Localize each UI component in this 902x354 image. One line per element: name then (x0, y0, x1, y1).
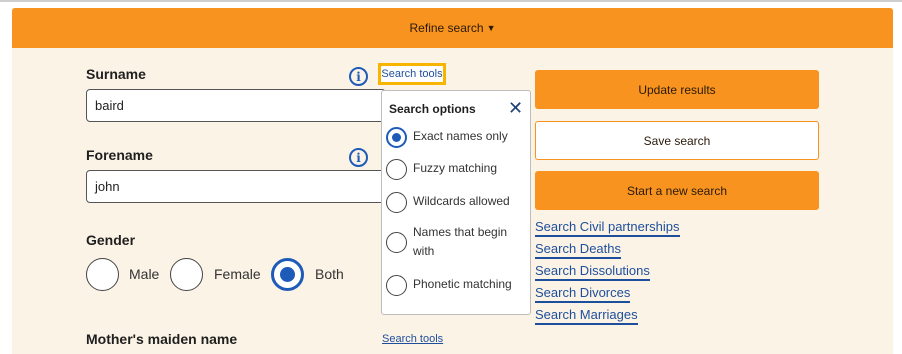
radio-fuzzy[interactable] (386, 159, 407, 180)
link-divorces[interactable]: Search Divorces (535, 285, 631, 303)
search-option-phonetic[interactable]: Phonetic matching (386, 275, 526, 296)
search-option-fuzzy[interactable]: Fuzzy matching (386, 159, 526, 180)
link-dissolutions[interactable]: Search Dissolutions (535, 263, 650, 281)
radio-exact[interactable] (386, 127, 407, 148)
update-results-button[interactable]: Update results (535, 70, 819, 109)
search-option-label: Phonetic matching (413, 277, 512, 291)
gender-label: Gender (86, 232, 136, 248)
search-option-exact[interactable]: Exact names only (386, 127, 526, 148)
gender-both-radio[interactable] (271, 258, 304, 291)
search-option-label: Wildcards allowed (413, 194, 510, 208)
gender-male-radio[interactable] (86, 258, 119, 291)
search-option-begin-with[interactable]: Names that begin with (386, 223, 526, 261)
radio-phonetic[interactable] (386, 275, 407, 296)
new-search-button[interactable]: Start a new search (535, 171, 819, 210)
search-option-wildcards[interactable]: Wildcards allowed (386, 192, 526, 213)
search-option-label: Names that begin with (413, 225, 508, 258)
refine-search-toggle[interactable]: Refine search ▼ (12, 8, 893, 48)
search-options-title: Search options (389, 102, 476, 116)
radio-begin-with[interactable] (386, 231, 407, 253)
link-deaths[interactable]: Search Deaths (535, 241, 621, 259)
maiden-name-search-tools-link[interactable]: Search tools (382, 333, 443, 345)
top-border (0, 0, 902, 2)
gender-female-label: Female (214, 266, 261, 282)
surname-label: Surname (86, 66, 146, 82)
search-option-label: Fuzzy matching (413, 161, 498, 175)
mothers-maiden-name-label: Mother's maiden name (86, 331, 238, 347)
forename-input[interactable]: john (86, 170, 386, 203)
surname-info-icon[interactable]: i (349, 67, 368, 86)
save-search-button[interactable]: Save search (535, 121, 819, 160)
refine-search-label: Refine search (409, 21, 484, 35)
search-options-popover: Search options ✕ Exact names only Fuzzy … (381, 90, 531, 315)
forename-info-icon[interactable]: i (349, 148, 368, 167)
forename-label: Forename (86, 147, 153, 163)
surname-search-tools-link[interactable]: Search tools (378, 63, 446, 85)
chevron-down-icon: ▼ (486, 23, 496, 33)
gender-female-radio[interactable] (170, 258, 203, 291)
link-marriages[interactable]: Search Marriages (535, 307, 638, 325)
close-icon[interactable]: ✕ (508, 99, 523, 117)
gender-both-label: Both (315, 266, 344, 282)
link-civil-partnerships[interactable]: Search Civil partnerships (535, 219, 680, 237)
gender-male-label: Male (129, 266, 160, 282)
radio-wildcards[interactable] (386, 192, 407, 213)
search-option-label: Exact names only (413, 129, 508, 143)
surname-input[interactable]: baird (86, 89, 386, 122)
